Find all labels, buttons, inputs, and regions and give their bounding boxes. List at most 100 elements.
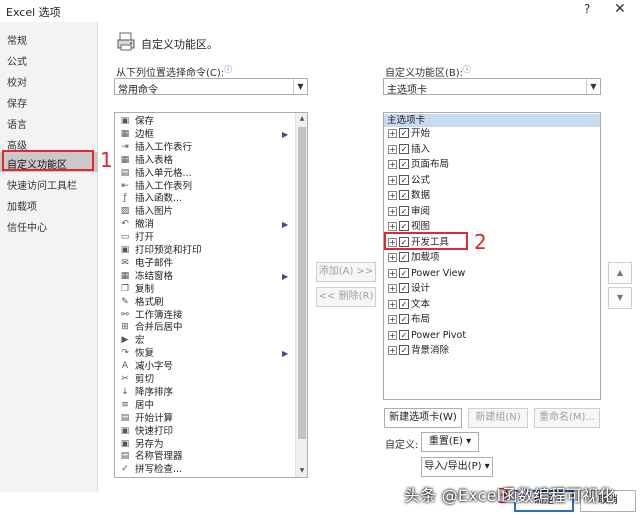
move-up-icon[interactable]: ▲ — [608, 262, 632, 284]
command-list-item[interactable]: ▦ 冻结窗格 ▶ — [115, 270, 293, 283]
sidebar-item-general[interactable]: 常规 — [0, 28, 98, 48]
expand-icon[interactable]: + — [388, 144, 397, 154]
sidebar-item-add-ins[interactable]: 加载项 — [0, 194, 98, 214]
sidebar-item-language[interactable]: 语言 — [0, 112, 98, 132]
add-button[interactable]: 添加(A) >> — [316, 262, 376, 282]
expand-icon[interactable]: + — [388, 129, 397, 138]
ribbon-tab-item[interactable]: + ✓ 文本 — [384, 298, 600, 311]
tab-checkbox[interactable]: ✓ — [399, 314, 409, 324]
tab-checkbox[interactable]: ✓ — [399, 159, 409, 169]
sidebar-item-save[interactable]: 保存 — [0, 91, 98, 111]
ribbon-tab-item[interactable]: + ✓ 页面布局 — [384, 158, 600, 171]
command-list-item[interactable]: ✂ 剪切 — [115, 373, 293, 386]
ribbon-tab-item[interactable]: + ✓ 背景消除 — [384, 344, 600, 357]
reset-button[interactable]: 重置(E) ▾ — [421, 432, 479, 452]
command-list-item[interactable]: ▦ 边框 ▶ — [115, 128, 293, 141]
command-list-item[interactable]: ❐ 复制 — [115, 283, 293, 296]
command-list-item[interactable]: ⚯ 工作簿连接 — [115, 309, 293, 322]
ribbon-tab-item[interactable]: + ✓ 插入 — [384, 143, 600, 156]
tab-checkbox[interactable]: ✓ — [399, 345, 409, 355]
ribbon-tab-item[interactable]: + ✓ Power View — [384, 267, 600, 280]
commands-scrollbar[interactable]: ▲ ▼ — [295, 113, 307, 477]
import-export-button[interactable]: 导入/导出(P) ▾ — [421, 457, 493, 477]
ribbon-tab-item[interactable]: + ✓ Power Pivot — [384, 329, 600, 342]
command-list-item[interactable]: ▤ 开始计算 — [115, 412, 293, 425]
command-list-item[interactable]: ✓ 拼写检查... — [115, 463, 293, 476]
help-icon[interactable]: ? — [584, 2, 590, 16]
commands-list[interactable]: ▣ 保存 ▦ 边框 ▶ ⇥ 插入工作表行 ▦ 插入表格 ▤ 插入单元格... ⇤ 插入工作表列 ƒ 插入函数… — [114, 112, 308, 478]
command-list-item[interactable]: ▤ 名称管理器 — [115, 450, 293, 463]
expand-icon[interactable]: + — [388, 299, 397, 309]
expand-icon[interactable]: + — [388, 253, 397, 262]
sidebar-item-formulas[interactable]: 公式 — [0, 49, 98, 69]
sidebar-item-proofing[interactable]: 校对 — [0, 70, 98, 90]
ribbon-tab-item[interactable]: + ✓ 开始 — [384, 127, 600, 140]
sidebar-item-trust-center[interactable]: 信任中心 — [0, 215, 98, 235]
rename-button[interactable]: 重命名(M)... — [534, 408, 600, 428]
command-list-item[interactable]: ▤ 插入单元格... — [115, 167, 293, 180]
tab-checkbox[interactable]: ✓ — [399, 174, 409, 185]
ribbon-tab-item[interactable]: + ✓ 数据 — [384, 189, 600, 202]
tab-checkbox[interactable]: ✓ — [399, 267, 409, 278]
tab-checkbox[interactable]: ✓ — [399, 298, 409, 309]
expand-icon[interactable]: + — [388, 315, 397, 324]
remove-button[interactable]: << 删除(R) — [316, 287, 376, 307]
tab-checkbox[interactable]: ✓ — [399, 329, 409, 340]
customize-ribbon-dropdown[interactable]: 主选项卡 ▼ — [383, 78, 601, 96]
command-list-item[interactable]: ▣ 另存为 — [115, 438, 293, 451]
command-list-item[interactable]: ƒ 插入函数... — [115, 192, 293, 205]
command-list-item[interactable]: ▦ 插入表格 — [115, 154, 293, 167]
ribbon-tab-label: Power View — [411, 267, 466, 279]
tab-checkbox[interactable]: ✓ — [399, 205, 409, 216]
ribbon-tab-item[interactable]: + ✓ 审阅 — [384, 205, 600, 218]
close-icon[interactable]: ✕ — [614, 1, 626, 17]
tab-checkbox[interactable]: ✓ — [399, 143, 409, 154]
expand-icon[interactable]: + — [388, 206, 397, 216]
expand-icon[interactable]: + — [388, 160, 397, 169]
choose-commands-dropdown[interactable]: 常用命令 ▼ — [114, 78, 308, 96]
expand-icon[interactable]: + — [388, 346, 397, 355]
expand-icon[interactable]: + — [388, 222, 397, 231]
tab-checkbox[interactable]: ✓ — [399, 221, 409, 231]
ribbon-tab-label: 布局 — [411, 314, 431, 325]
ribbon-tab-item[interactable]: + ✓ 设计 — [384, 282, 600, 295]
command-list-item[interactable]: ▭ 打开 — [115, 231, 293, 244]
sidebar-item-quick-access-toolbar[interactable]: 快速访问工具栏 — [0, 173, 98, 193]
tab-checkbox[interactable]: ✓ — [399, 190, 409, 200]
command-list-item[interactable]: ↶ 撤消 ▶ — [115, 218, 293, 231]
ribbon-tabs-tree[interactable]: 主选项卡 + ✓ 开始 + ✓ 插入 + ✓ 页面布局 + ✓ 公式 + ✓ 数据 + ✓ 审阅 + ✓ 视图 + ✓ 开发工… — [383, 112, 601, 400]
new-tab-button[interactable]: 新建选项卡(W) — [384, 408, 462, 428]
command-list-item[interactable]: ✎ 格式刷 — [115, 296, 293, 309]
tab-checkbox[interactable]: ✓ — [399, 128, 409, 138]
command-list-item[interactable]: ⊞ 合并后居中 — [115, 321, 293, 334]
expand-icon[interactable]: + — [388, 268, 397, 278]
expand-icon[interactable]: + — [388, 284, 397, 293]
ribbon-tab-item[interactable]: + ✓ 加载项 — [384, 251, 600, 264]
submenu-arrow-icon: ▶ — [282, 220, 289, 230]
command-list-item[interactable]: ⇤ 插入工作表列 — [115, 180, 293, 193]
command-list-item[interactable]: ↓ 降序排序 — [115, 386, 293, 399]
command-list-item[interactable]: ▨ 插入图片 — [115, 205, 293, 218]
command-list-item[interactable]: ≡ 居中 — [115, 399, 293, 412]
tab-checkbox[interactable]: ✓ — [399, 252, 409, 262]
scroll-thumb[interactable] — [298, 127, 306, 439]
command-list-item[interactable]: ⇥ 插入工作表行 — [115, 141, 293, 154]
ribbon-tab-item[interactable]: + ✓ 布局 — [384, 313, 600, 326]
command-list-item[interactable]: ✉ 电子邮件 — [115, 257, 293, 270]
command-list-item[interactable]: A 减小字号 — [115, 360, 293, 373]
ribbon-tab-item[interactable]: + ✓ 公式 — [384, 174, 600, 187]
tree-header-main-tabs[interactable]: 主选项卡 — [384, 114, 600, 127]
command-list-item[interactable]: ▣ 快速打印 — [115, 425, 293, 438]
scroll-down-icon[interactable]: ▼ — [296, 465, 307, 477]
expand-icon[interactable]: + — [388, 191, 397, 200]
new-group-button[interactable]: 新建组(N) — [468, 408, 528, 428]
command-list-item[interactable]: ▶ 宏 — [115, 334, 293, 347]
tab-checkbox[interactable]: ✓ — [399, 283, 409, 293]
move-down-icon[interactable]: ▼ — [608, 287, 632, 309]
command-list-item[interactable]: ↷ 恢复 ▶ — [115, 347, 293, 360]
expand-icon[interactable]: + — [388, 175, 397, 185]
command-list-item[interactable]: ▣ 打印预览和打印 — [115, 244, 293, 257]
scroll-up-icon[interactable]: ▲ — [296, 113, 307, 125]
expand-icon[interactable]: + — [388, 330, 397, 340]
command-list-item[interactable]: ▣ 保存 — [115, 115, 293, 128]
